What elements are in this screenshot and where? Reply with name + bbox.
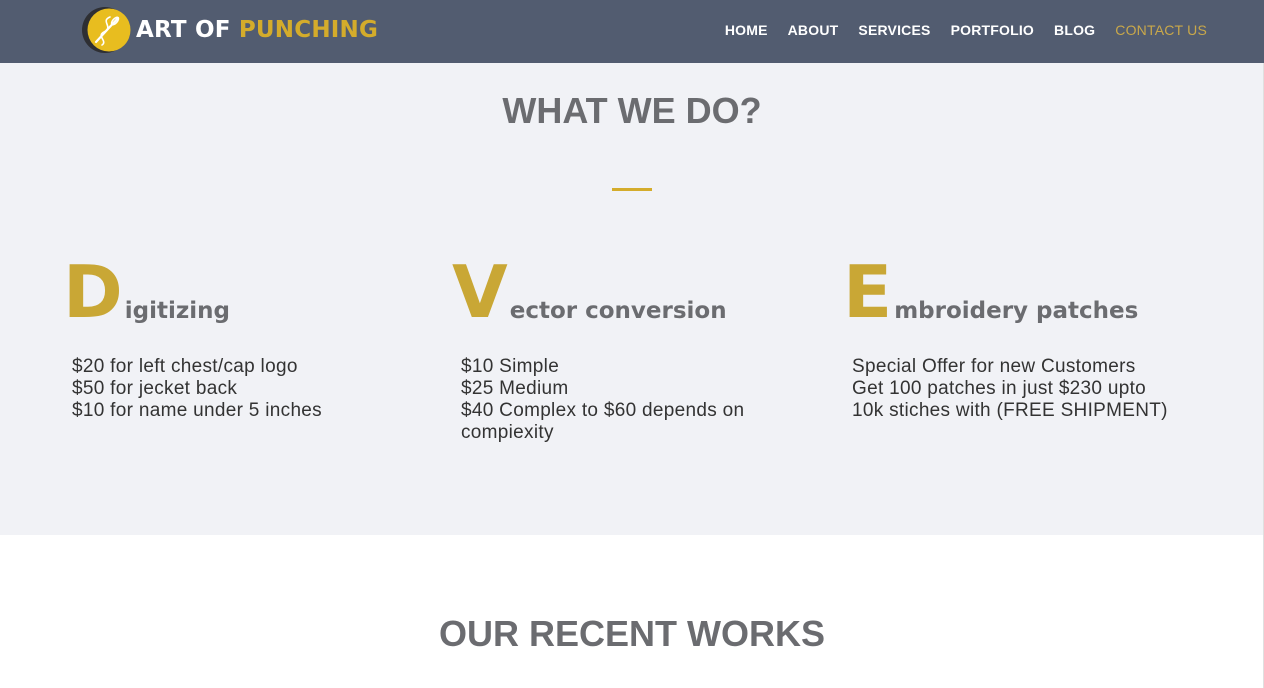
title-divider (612, 188, 652, 191)
price-line: $10 Simple (461, 356, 560, 377)
nav-blog[interactable]: BLOG (1054, 20, 1095, 40)
service-initial-letter: V (452, 250, 508, 334)
nav-about[interactable]: ABOUT (788, 20, 839, 40)
price-line: compiexity (461, 422, 554, 443)
service-title: igitizing (124, 298, 230, 324)
what-we-do-title: WHAT WE DO? (502, 90, 762, 131)
service-title: mbroidery patches (894, 298, 1139, 324)
service-digitizing: D igitizing $20 for left chest/cap logo … (63, 253, 433, 422)
service-price-list: $10 Simple $25 Medium $40 Complex to $60… (452, 356, 822, 444)
nav-home[interactable]: HOME (725, 20, 768, 40)
nav-services[interactable]: SERVICES (858, 20, 930, 40)
service-initial-letter: E (843, 250, 893, 334)
service-title: ector conversion (509, 298, 727, 324)
service-heading: V ector conversion (452, 250, 822, 334)
logo-text: ART OF PUNCHING (136, 17, 378, 43)
price-line: Special Offer for new Customers (852, 356, 1136, 377)
service-initial-letter: D (63, 250, 123, 334)
logo-text-part-1: ART OF (136, 17, 231, 43)
logo-text-part-2: PUNCHING (238, 17, 379, 43)
recent-works-title: OUR RECENT WORKS (439, 613, 825, 654)
service-heading: E mbroidery patches (843, 250, 1213, 334)
needle-thread-logo-icon (82, 5, 132, 55)
nav-contact-us[interactable]: CONTACT US (1115, 20, 1207, 40)
price-line: $40 Complex to $60 depends on (461, 400, 745, 421)
service-vector-conversion: V ector conversion $10 Simple $25 Medium… (452, 253, 822, 444)
service-price-list: Special Offer for new Customers Get 100 … (843, 356, 1213, 422)
nav-portfolio[interactable]: PORTFOLIO (951, 20, 1034, 40)
price-line: $10 for name under 5 inches (72, 400, 322, 421)
price-line: 10k stiches with (FREE SHIPMENT) (852, 400, 1168, 421)
service-price-list: $20 for left chest/cap logo $50 for jeck… (63, 356, 433, 422)
main-nav: HOME ABOUT SERVICES PORTFOLIO BLOG CONTA… (725, 20, 1207, 40)
service-embroidery-patches: E mbroidery patches Special Offer for ne… (843, 253, 1213, 422)
price-line: Get 100 patches in just $230 upto (852, 378, 1147, 399)
price-line: $20 for left chest/cap logo (72, 356, 298, 377)
price-line: $50 for jecket back (72, 378, 238, 399)
recent-works-section: OUR RECENT WORKS (0, 535, 1264, 688)
price-line: $25 Medium (461, 378, 569, 399)
what-we-do-section: WHAT WE DO? D igitizing $20 for left che… (0, 63, 1264, 535)
service-heading: D igitizing (63, 250, 433, 334)
site-logo[interactable]: ART OF PUNCHING (82, 4, 378, 56)
site-header: ART OF PUNCHING HOME ABOUT SERVICES PORT… (0, 0, 1264, 63)
